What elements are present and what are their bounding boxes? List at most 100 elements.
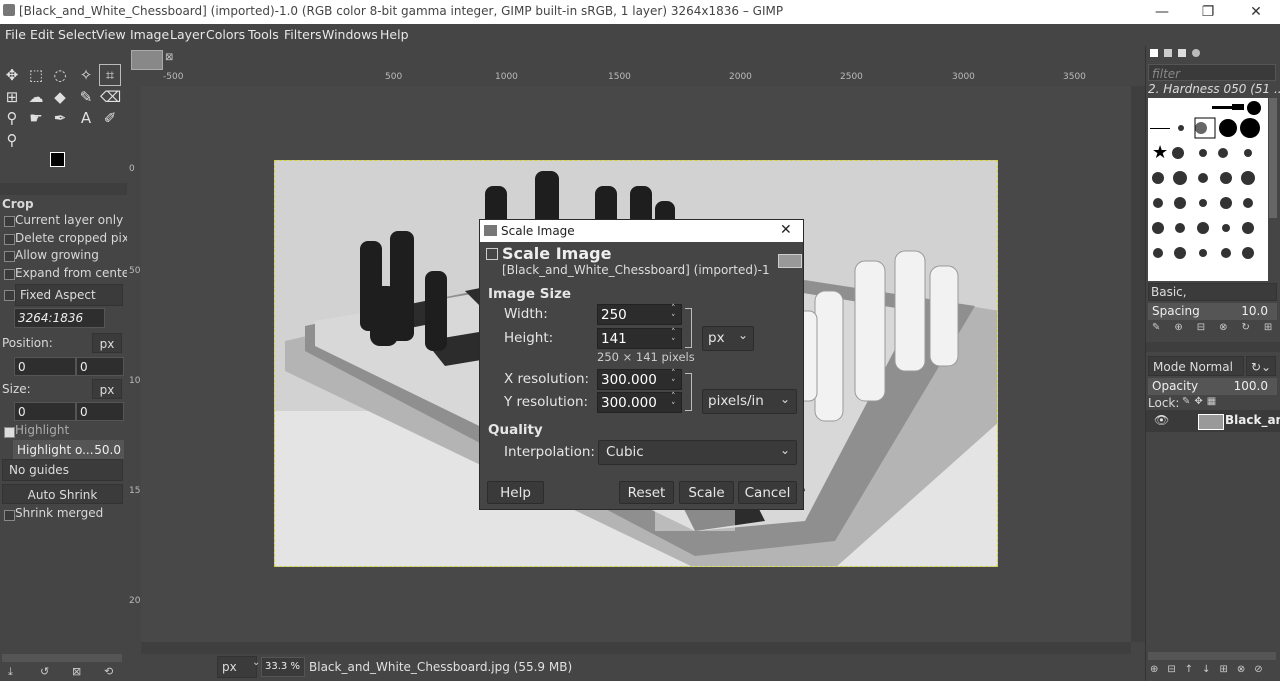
size-unit-select[interactable]: px: [92, 379, 122, 399]
delete-options-icon[interactable]: ⊠: [72, 665, 81, 678]
patterns-tab-icon[interactable]: [1164, 49, 1172, 57]
y-resolution-input[interactable]: 300.000: [597, 392, 682, 413]
height-input[interactable]: 141: [597, 328, 682, 349]
shrink-merged-checkbox[interactable]: [4, 510, 15, 521]
brush-actions-icons[interactable]: ✎⊕⊟⊗↻⊞: [1152, 322, 1280, 333]
horizontal-scrollbar[interactable]: [141, 642, 1131, 654]
current-layer-only-checkbox[interactable]: [4, 216, 15, 227]
reset-button[interactable]: Reset: [619, 481, 674, 504]
layer-opacity-slider[interactable]: Opacity 100.0: [1148, 378, 1277, 395]
clone-tool-icon[interactable]: ⚲: [2, 108, 22, 128]
brushes-tab-icon[interactable]: [1150, 49, 1158, 57]
help-button[interactable]: Help: [487, 481, 544, 504]
minimize-button[interactable]: —: [1142, 2, 1182, 22]
highlight-checkbox[interactable]: [4, 427, 15, 438]
zoom-tool-icon[interactable]: ⚲: [2, 130, 22, 150]
x-resolution-spinner[interactable]: ˄ ˅: [671, 369, 676, 389]
lasso-tool-icon[interactable]: ◌: [50, 65, 70, 85]
brush-spacing-slider[interactable]: Spacing 10.0: [1148, 303, 1277, 320]
menu-help[interactable]: Help: [380, 27, 409, 42]
layers-scrollbar[interactable]: [1148, 652, 1276, 660]
size-h-input[interactable]: 0: [76, 402, 124, 421]
position-unit-select[interactable]: px: [92, 333, 122, 353]
menu-filters[interactable]: Filters: [284, 27, 321, 42]
chain-link-icon[interactable]: [685, 308, 692, 348]
fixed-aspect-checkbox[interactable]: [4, 290, 15, 301]
allow-growing-checkbox[interactable]: [4, 251, 15, 262]
zoom-select[interactable]: 33.3 %: [261, 657, 305, 677]
layer-actions-icons[interactable]: ⊕⊟↑↓⊞⊗⊘: [1150, 664, 1272, 675]
vertical-scrollbar[interactable]: [1131, 86, 1145, 642]
tab-close-icon[interactable]: ⊠: [165, 52, 173, 63]
unified-transform-tool-icon[interactable]: ⊞: [2, 87, 22, 107]
auto-shrink-button[interactable]: Auto Shrink: [2, 484, 123, 504]
crop-tool-icon[interactable]: ⌗: [99, 64, 121, 86]
close-button[interactable]: ✕: [1236, 2, 1276, 22]
menu-tools[interactable]: Tools: [248, 27, 279, 42]
guides-dropdown[interactable]: No guides: [2, 459, 123, 481]
menu-select[interactable]: Select: [58, 27, 97, 42]
rect-select-tool-icon[interactable]: ⬚: [26, 65, 46, 85]
expand-from-center-checkbox[interactable]: [4, 269, 15, 280]
layer-mode-select[interactable]: Mode Normal: [1148, 356, 1244, 376]
restore-options-icon[interactable]: ↺: [40, 665, 49, 678]
y-resolution-spinner[interactable]: ˄ ˅: [671, 392, 676, 412]
height-spinner[interactable]: ˄ ˅: [671, 328, 676, 348]
aspect-ratio-input[interactable]: 3264:1836: [14, 308, 105, 328]
width-spinner[interactable]: ˄ ˅: [671, 304, 676, 324]
layer-composite-select[interactable]: ↻⌄: [1246, 356, 1276, 376]
dialog-close-button[interactable]: ✕: [780, 222, 792, 238]
quality-heading: Quality: [488, 422, 543, 438]
menu-layer[interactable]: Layer: [170, 27, 205, 42]
position-y-input[interactable]: 0: [76, 357, 124, 376]
brush-grid-scrollbar[interactable]: [1269, 98, 1277, 218]
resolution-chain-icon[interactable]: [685, 373, 692, 411]
highlight-opacity-label: Highlight o...: [17, 443, 94, 457]
layers-tabbar: [1146, 342, 1280, 352]
image-tab-thumbnail[interactable]: [131, 50, 163, 70]
lock-icons[interactable]: ✎✥▦: [1182, 396, 1220, 407]
history-tab-icon[interactable]: [1192, 49, 1200, 57]
save-options-icon[interactable]: ⤓: [8, 665, 13, 679]
position-x-input[interactable]: 0: [14, 357, 76, 376]
menu-file[interactable]: File: [5, 27, 26, 42]
bucket-fill-tool-icon[interactable]: ◆: [50, 87, 70, 107]
reset-options-icon[interactable]: ⟲: [104, 665, 113, 678]
pixel-summary: 250 × 141 pixels: [597, 350, 695, 364]
h-tick: 2500: [840, 72, 863, 82]
menu-edit[interactable]: Edit: [30, 27, 54, 42]
menu-colors[interactable]: Colors: [206, 27, 245, 42]
brush-filter-input[interactable]: filter: [1148, 64, 1276, 81]
move-tool-icon[interactable]: ✥: [2, 65, 22, 85]
fonts-tab-icon[interactable]: [1178, 49, 1186, 57]
menu-windows[interactable]: Windows: [322, 27, 378, 42]
foreground-color-swatch[interactable]: [50, 152, 65, 167]
delete-cropped-checkbox[interactable]: [4, 234, 15, 245]
cancel-button[interactable]: Cancel: [738, 481, 797, 504]
x-resolution-input[interactable]: 300.000: [597, 369, 682, 390]
menu-view[interactable]: View: [96, 27, 126, 42]
maximize-button[interactable]: ❐: [1188, 2, 1228, 22]
fuzzy-select-tool-icon[interactable]: ✧: [76, 65, 96, 85]
warp-tool-icon[interactable]: ☁: [26, 87, 46, 107]
paintbrush-tool-icon[interactable]: ✎: [76, 87, 96, 107]
paths-tool-icon[interactable]: ✒: [50, 108, 70, 128]
brush-tag-select[interactable]: Basic,: [1148, 283, 1277, 301]
color-picker-tool-icon[interactable]: ✐: [100, 108, 120, 128]
toolbox-scrollbar[interactable]: [2, 654, 122, 662]
layer-row[interactable]: 👁 Black_an: [1146, 410, 1280, 432]
position-label: Position:: [2, 336, 53, 350]
smudge-tool-icon[interactable]: ☛: [26, 108, 46, 128]
size-w-input[interactable]: 0: [14, 402, 76, 421]
brush-grid[interactable]: ★: [1148, 98, 1268, 281]
unit-select[interactable]: px: [217, 656, 257, 678]
fixed-aspect-dropdown[interactable]: Fixed Aspect ra...: [15, 284, 123, 322]
interpolation-select[interactable]: Cubic: [598, 440, 797, 465]
width-input[interactable]: 250: [597, 304, 682, 325]
eraser-tool-icon[interactable]: ⌫: [100, 87, 121, 107]
highlight-opacity-slider[interactable]: Highlight o... 50.0: [13, 440, 124, 459]
text-tool-icon[interactable]: A: [76, 108, 96, 128]
scale-button[interactable]: Scale: [679, 481, 734, 504]
eye-visibility-icon[interactable]: 👁: [1154, 413, 1169, 427]
menu-image[interactable]: Image: [130, 27, 169, 42]
